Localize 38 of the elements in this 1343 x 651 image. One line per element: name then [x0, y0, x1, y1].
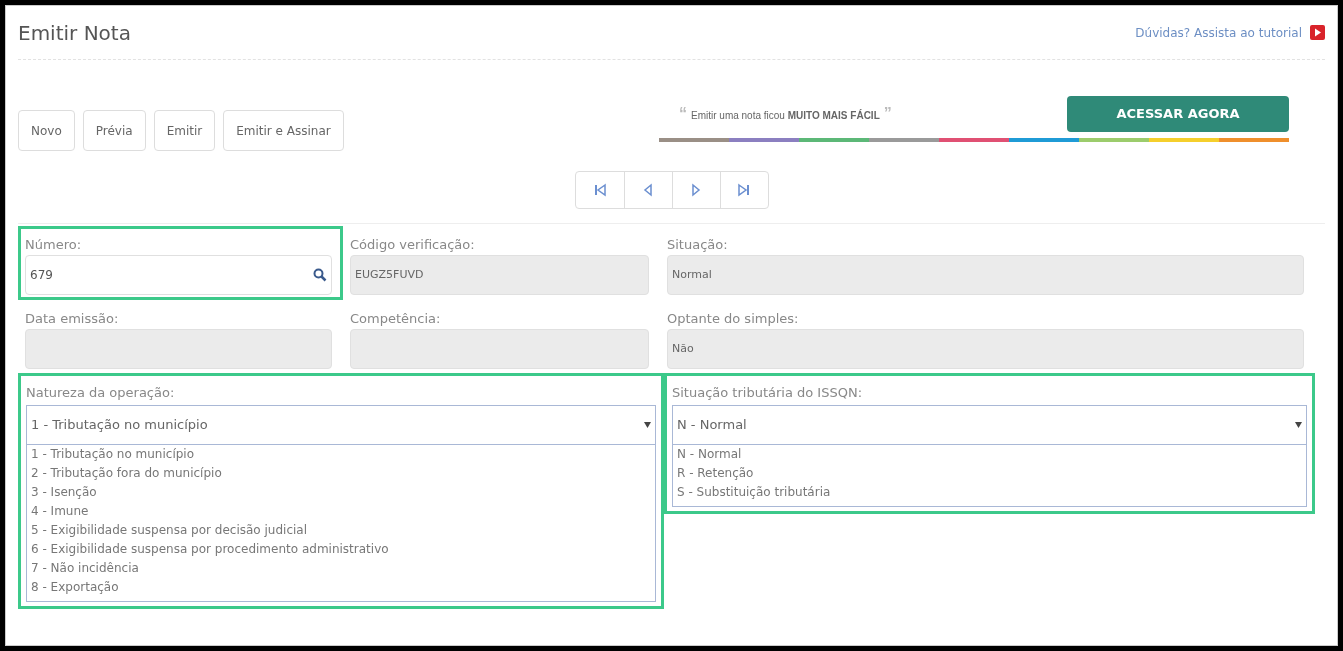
dropdown-option[interactable]: 2 - Tributação fora do município: [27, 464, 655, 483]
dropdown-option[interactable]: 6 - Exigibilidade suspensa por procedimento administrativo: [27, 540, 655, 559]
dropdown-select[interactable]: 1 - Tributação no município: [26, 405, 656, 445]
dropdown-option[interactable]: 4 - Imune: [27, 502, 655, 521]
field-label: Código verificação:: [350, 236, 476, 254]
dropdown-option[interactable]: S - Substituição tributária: [673, 483, 1306, 502]
toolbar-button[interactable]: Emitir e Assinar: [223, 110, 344, 151]
field-label: Natureza da operação:: [26, 384, 176, 402]
tutorial-link[interactable]: Dúvidas? Assista ao tutorial: [1135, 23, 1302, 42]
dropdown-arrow-icon: [644, 422, 651, 428]
dropdown-option[interactable]: R - Retenção: [673, 464, 1306, 483]
dropdown-option[interactable]: 3 - Isenção: [27, 483, 655, 502]
dropdown-option[interactable]: N - Normal: [673, 445, 1306, 464]
readonly-field: EUGZ5FUVD: [350, 255, 649, 295]
readonly-field: Normal: [667, 255, 1304, 295]
dropdown-arrow-icon: [1295, 422, 1302, 428]
skip-last-icon: [736, 182, 752, 198]
video-play-icon[interactable]: [1310, 25, 1325, 40]
dropdown-option[interactable]: 8 - Exportação: [27, 578, 655, 597]
field-label: Situação tributária do ISSQN:: [672, 384, 864, 402]
dropdown-option[interactable]: 1 - Tributação no município: [27, 445, 655, 464]
toolbar-button[interactable]: Novo: [18, 110, 75, 151]
search-icon[interactable]: [313, 268, 327, 282]
toolbar-button[interactable]: Emitir: [153, 110, 216, 151]
dropdown-select[interactable]: N - Normal: [672, 405, 1307, 445]
field-label: Data emissão:: [25, 310, 120, 328]
readonly-field: Não: [667, 329, 1304, 369]
dropdown-option[interactable]: 5 - Exigibilidade suspensa por decisão judicial: [27, 521, 655, 540]
promo-slogan: “ Emitir uma nota ficou MUITO MAIS FÁCIL ”: [679, 104, 892, 124]
access-now-button[interactable]: ACESSAR AGORA: [1067, 96, 1289, 132]
toolbar-button[interactable]: Prévia: [82, 110, 146, 151]
dropdown-option[interactable]: 7 - Não incidência: [27, 559, 655, 578]
field-label: Situação:: [667, 236, 729, 254]
number-field[interactable]: 679: [25, 255, 332, 295]
page-title: Emitir Nota: [18, 19, 131, 47]
field-label: Número:: [25, 236, 83, 254]
field-label: Optante do simples:: [667, 310, 800, 328]
field-label: Competência:: [350, 310, 442, 328]
